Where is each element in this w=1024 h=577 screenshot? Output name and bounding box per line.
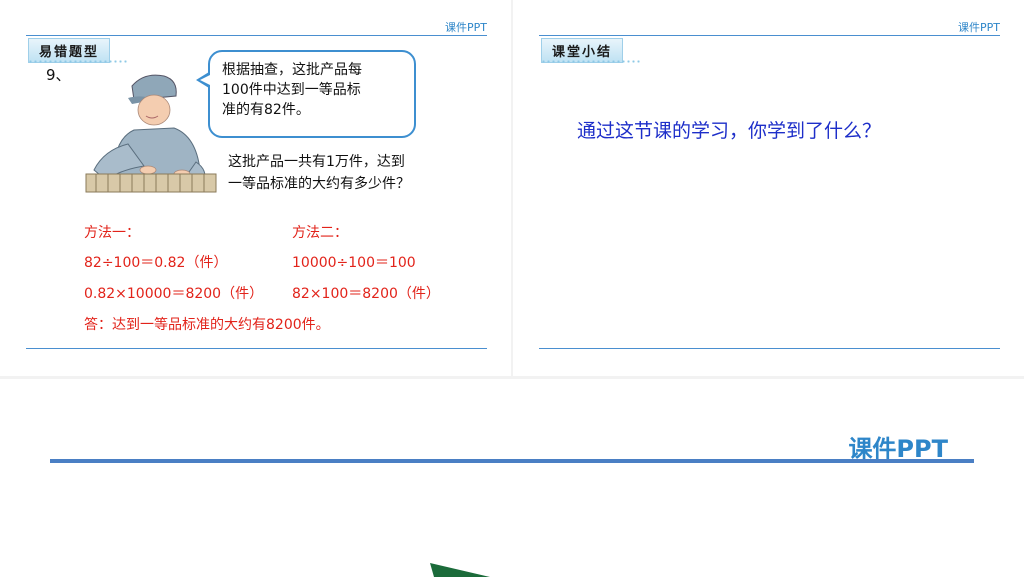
bubble-tail-inner <box>200 75 210 85</box>
method1-step1: 82÷100＝0.82（件） <box>84 255 228 271</box>
worker-illustration <box>85 74 217 193</box>
bottom-rule <box>539 348 1000 349</box>
slide-left: 课件PPT 易错题型 9、 根据抽查，这批产品每 100件中达到一等品标 准的有… <box>0 0 511 376</box>
slide-bottom: 课件PPT <box>0 379 1024 577</box>
method2-title: 方法二： <box>292 225 348 241</box>
method2-step2: 82×100＝8200（件） <box>292 286 440 302</box>
method2-step1: 10000÷100＝100 <box>292 255 416 271</box>
question-text: 这批产品一共有1万件，达到 一等品标准的大约有多少件？ <box>228 151 453 195</box>
bottom-rule <box>26 348 487 349</box>
bubble-line: 准的有82件。 <box>222 102 310 118</box>
bubble-line: 100件中达到一等品标 <box>222 82 361 98</box>
question-line: 一等品标准的大约有多少件？ <box>228 176 410 192</box>
method1-step2: 0.82×10000＝8200（件） <box>84 286 264 302</box>
answer-text: 答：达到一等品标准的大约有8200件。 <box>84 317 330 333</box>
speech-bubble: 根据抽查，这批产品每 100件中达到一等品标 准的有82件。 <box>208 50 416 138</box>
method1-title: 方法一： <box>84 225 140 241</box>
question-number: 9、 <box>46 66 71 84</box>
summary-question: 通过这节课的学习，你学到了什么？ <box>577 120 882 142</box>
slide-right: 课件PPT 课堂小结 通过这节课的学习，你学到了什么？ <box>513 0 1024 376</box>
tag-dotted-line <box>28 60 128 63</box>
tag-dotted-line <box>541 60 641 63</box>
question-line: 这批产品一共有1万件，达到 <box>228 154 405 170</box>
brand-label: 课件PPT <box>445 21 487 34</box>
brand-label: 课件PPT <box>958 21 1000 34</box>
bubble-line: 根据抽查，这批产品每 <box>222 62 362 78</box>
top-rule <box>539 35 1000 36</box>
green-triangle-shape <box>430 563 490 577</box>
top-rule <box>26 35 487 36</box>
title-rule <box>50 459 974 463</box>
